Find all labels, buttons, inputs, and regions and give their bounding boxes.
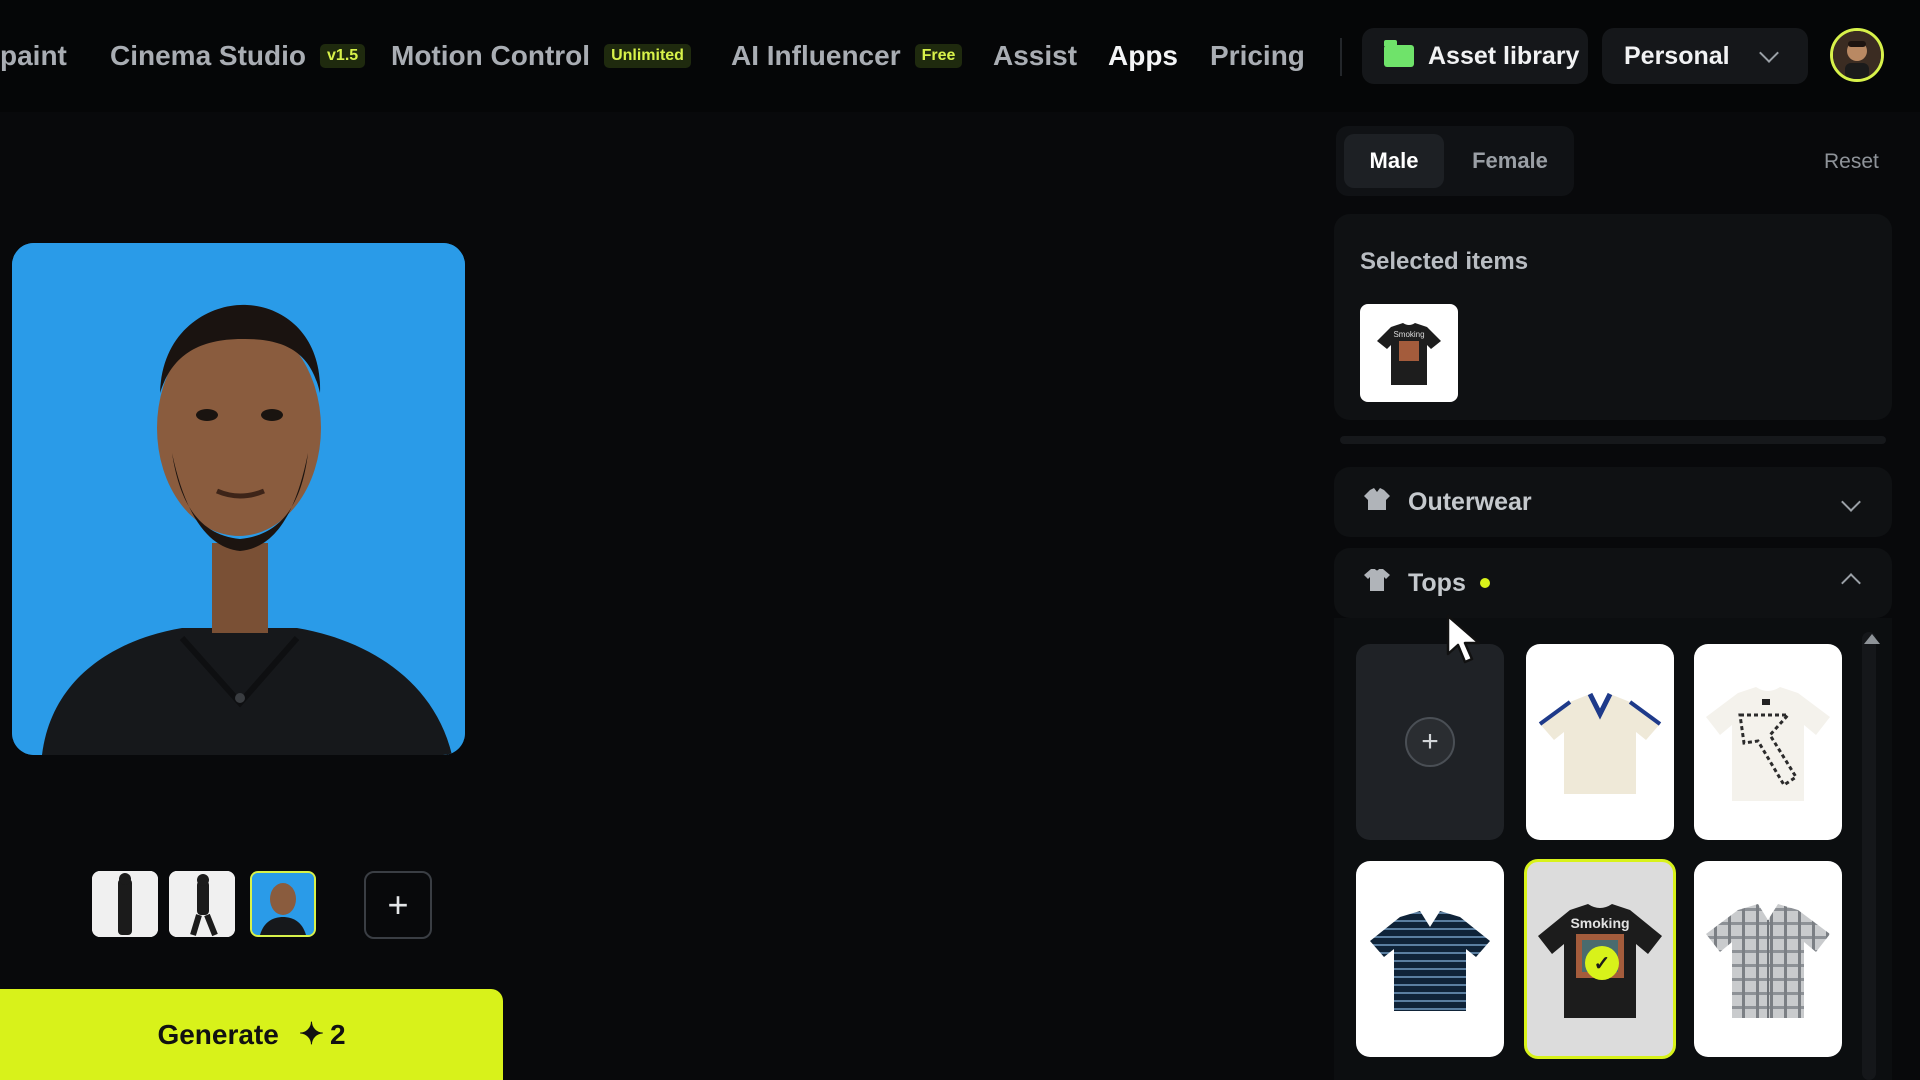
jacket-icon [1364, 488, 1390, 516]
tshirt-icon [1364, 569, 1390, 597]
gender-toggle: Male Female [1336, 126, 1574, 196]
nav-divider [1340, 38, 1342, 76]
workspace-dropdown[interactable]: Personal [1602, 28, 1808, 84]
mouse-cursor-icon [1446, 614, 1486, 671]
selected-items-panel: Selected items Smoking [1334, 214, 1892, 420]
version-badge: v1.5 [320, 44, 366, 68]
model-portrait-image [12, 243, 465, 755]
workspace-label: Personal [1624, 41, 1730, 70]
chevron-down-icon [1841, 492, 1861, 512]
upload-top-button[interactable]: + [1356, 644, 1504, 840]
nav-item-inpaint[interactable]: paint [0, 36, 67, 76]
tile-navy-striped-polo[interactable] [1356, 861, 1504, 1057]
thumbnail-full-body-1[interactable] [92, 871, 158, 937]
avatar-photo [1833, 31, 1881, 79]
sparkle-icon: ✦ [298, 1018, 324, 1051]
section-tops[interactable]: Tops [1334, 548, 1892, 618]
generate-button[interactable]: Generate ✦ 2 [0, 989, 503, 1080]
black-tee-thumbnail: Smoking [1377, 323, 1441, 385]
selected-item-thumbnail[interactable]: Smoking [1360, 304, 1458, 402]
tops-grid: + Smoking ✓ [1334, 618, 1892, 1080]
credit-count: 2 [329, 1018, 346, 1050]
nav-item-apps[interactable]: Apps [1108, 36, 1178, 76]
free-badge: Free [914, 44, 963, 68]
plus-icon: + [387, 884, 409, 925]
chevron-down-icon [1759, 43, 1779, 63]
svg-text:Smoking: Smoking [1570, 915, 1629, 931]
nav-label: Pricing [1210, 40, 1305, 71]
plus-icon: + [1405, 717, 1455, 767]
nav-item-cinema-studio[interactable]: Cinema Studio v1.5 [110, 36, 366, 76]
scroll-up-arrow-icon[interactable] [1864, 634, 1880, 644]
nav-item-pricing[interactable]: Pricing [1210, 36, 1305, 76]
svg-text:Smoking: Smoking [1393, 330, 1424, 339]
thumbnail-full-body-2[interactable] [169, 871, 235, 937]
nav-label: Assist [993, 40, 1078, 71]
tab-female[interactable]: Female [1454, 134, 1566, 188]
plus-glyph: + [1421, 725, 1439, 758]
asset-library-label: Asset library [1428, 41, 1580, 70]
tile-black-graphic-tee-selected[interactable]: Smoking ✓ [1524, 859, 1676, 1059]
nav-item-ai-influencer[interactable]: AI Influencer Free [731, 36, 963, 76]
nav-label: AI Influencer [731, 40, 901, 71]
checkmark-icon: ✓ [1585, 946, 1619, 980]
folder-icon [1384, 40, 1414, 67]
tops-scrollbar[interactable] [1862, 632, 1876, 1080]
nav-label: Motion Control [391, 40, 591, 71]
generate-label: Generate [157, 1018, 279, 1050]
tab-male[interactable]: Male [1344, 134, 1444, 188]
tile-plaid-short-sleeve-shirt[interactable] [1694, 861, 1842, 1057]
unlimited-badge: Unlimited [604, 44, 691, 68]
user-avatar[interactable] [1830, 28, 1884, 82]
nav-item-assist[interactable]: Assist [993, 36, 1077, 76]
tile-cream-polo-shirt[interactable] [1526, 644, 1674, 840]
nav-item-motion-control[interactable]: Motion Control Unlimited [391, 36, 691, 76]
panel-scroll-divider [1340, 436, 1886, 444]
selection-indicator-dot [1479, 578, 1490, 588]
credit-cost: ✦ 2 [299, 1017, 346, 1052]
chevron-up-icon [1841, 573, 1861, 593]
section-label: Tops [1408, 568, 1466, 597]
section-label: Outerwear [1408, 487, 1532, 516]
top-nav: paint Cinema Studio v1.5 Motion Control … [0, 0, 1920, 112]
nav-label: Cinema Studio [110, 40, 307, 71]
nav-label: paint [0, 40, 67, 71]
selected-items-title: Selected items [1360, 248, 1529, 275]
asset-library-button[interactable]: Asset library [1362, 28, 1588, 84]
thumbnail-portrait-selected[interactable] [250, 871, 316, 937]
add-reference-button[interactable]: + [364, 871, 432, 939]
section-outerwear[interactable]: Outerwear [1334, 467, 1892, 537]
tile-white-graphic-tee[interactable] [1694, 644, 1842, 840]
reset-button[interactable]: Reset [1824, 150, 1879, 174]
nav-label: Apps [1108, 40, 1178, 71]
